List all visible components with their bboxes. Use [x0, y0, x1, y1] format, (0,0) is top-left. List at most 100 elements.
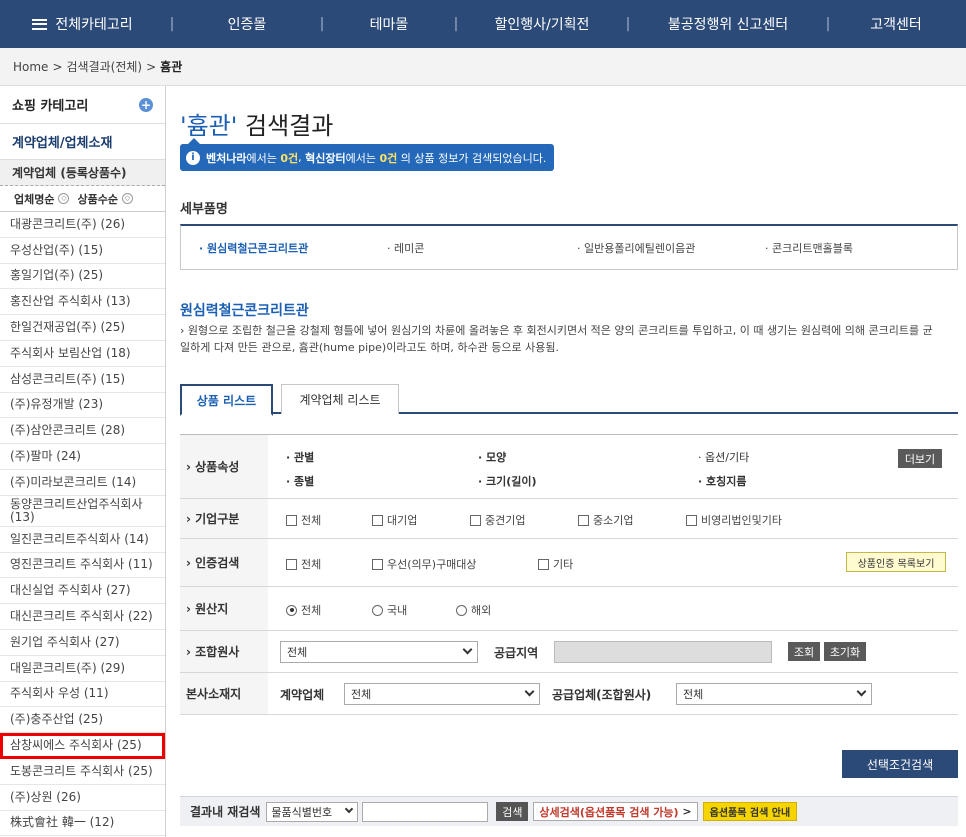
shopping-category-header[interactable]: 쇼핑 카테고리 +	[0, 86, 165, 124]
sidebar-vendor-item[interactable]: 株式會社 韓一 (12)	[0, 811, 165, 837]
sidebar-vendor-item[interactable]: 삼창씨에스 주식회사 (25)	[0, 733, 165, 759]
sidebar-vendor-item[interactable]: 대광콘크리트(주) (26)	[0, 212, 165, 238]
attr-link[interactable]: · 모양	[478, 449, 506, 465]
inquiry-button[interactable]: 조회	[788, 642, 820, 661]
supply-region-input[interactable]	[554, 641, 772, 663]
contract-vendor-select[interactable]: 전체	[344, 683, 540, 705]
company-checkbox[interactable]: 대기업	[372, 512, 417, 528]
sidebar-vendor-item[interactable]: (주)유정개발 (23)	[0, 393, 165, 419]
breadcrumb-search[interactable]: 검색결과(전체)	[67, 58, 143, 75]
nav-item-sale-events[interactable]: 할인행사/기획전	[463, 0, 621, 48]
nav-item-certified-mall[interactable]: 인증몰	[179, 0, 315, 48]
radio-dot[interactable]	[372, 604, 383, 616]
attr-link[interactable]: · 호칭지름	[698, 473, 747, 489]
sidebar-vendor-item[interactable]: 홍진산업 주식회사 (13)	[0, 289, 165, 316]
sidebar-vendor-item[interactable]: 삼성콘크리트(주) (15)	[0, 367, 165, 393]
attr-link[interactable]: · 크기(길이)	[478, 473, 537, 489]
checkbox-box[interactable]	[470, 514, 481, 526]
nav-item-unfair-report[interactable]: 불공정행위 신고센터	[635, 0, 821, 48]
checkbox-label: 기타	[553, 558, 574, 571]
origin-radio[interactable]: 해외	[456, 602, 491, 618]
checkbox-box[interactable]	[372, 558, 383, 570]
nav-item-customer-center[interactable]: 고객센터	[835, 0, 957, 48]
sidebar-vendor-item[interactable]: (주)미라보콘크리트 (14)	[0, 470, 165, 496]
company-checkbox[interactable]: 중소기업	[578, 512, 633, 528]
advanced-search-button[interactable]: 상세검색(옵션품목 검색 가능) >	[533, 802, 698, 821]
reset-button[interactable]: 초기화	[824, 642, 866, 661]
sidebar-vendor-item[interactable]: 주식회사 보림산업 (18)	[0, 341, 165, 367]
sort-by-name[interactable]: 업체명순	[14, 191, 54, 207]
sidebar-vendor-item[interactable]: (주)충주산업 (25)	[0, 707, 165, 734]
origin-radio[interactable]: 전체	[286, 602, 321, 618]
nav-label: 테마몰	[369, 17, 409, 33]
checkbox-box[interactable]	[538, 558, 549, 570]
attr-label: 크기(길이)	[486, 475, 537, 488]
attr-label: 모양	[486, 451, 507, 464]
material-select[interactable]: 전체	[280, 641, 478, 663]
sidebar-vendor-item[interactable]: 주식회사 우성 (11)	[0, 682, 165, 708]
attr-link[interactable]: · 종별	[286, 473, 314, 489]
more-button[interactable]: 더보기	[898, 449, 942, 468]
detail-item-link[interactable]: · 콘크리트맨홀블록	[765, 240, 853, 256]
option-guide-button[interactable]: 옵션품목 검색 안내	[702, 802, 798, 821]
top-nav: 전체카테고리 | 인증몰 | 테마몰 | 할인행사/기획전 | 불공정행위 신고…	[0, 0, 966, 48]
sidebar-vendor-item[interactable]: 일진콘크리트주식회사 (14)	[0, 527, 165, 553]
supplier-select[interactable]: 전체	[676, 683, 872, 705]
radio-dot[interactable]	[286, 604, 297, 616]
filter-head: › 원산지	[180, 587, 268, 630]
radio-dot[interactable]	[456, 604, 467, 616]
all-categories-menu[interactable]: 전체카테고리	[0, 0, 165, 48]
cert-list-button[interactable]: 상품인증 목록보기	[846, 552, 946, 572]
sidebar-vendor-item[interactable]: 우성산업(주) (15)	[0, 238, 165, 264]
company-checkbox[interactable]: 중견기업	[470, 512, 525, 528]
sort-icon[interactable]: ◇	[121, 193, 133, 204]
sidebar-vendor-item[interactable]: 홍일기업(주) (25)	[0, 264, 165, 290]
desc-body: 원형으로 조립한 철근을 강철제 형틀에 넣어 원심기의 차륜에 올려놓은 후 …	[180, 324, 933, 354]
sort-icon[interactable]: ◇	[58, 193, 70, 204]
breadcrumb-home[interactable]: Home	[13, 60, 48, 74]
sidebar-vendor-item[interactable]: 대신실업 주식회사 (27)	[0, 578, 165, 605]
company-checkbox[interactable]: 비영리법인및기타	[686, 512, 782, 528]
detail-item-link[interactable]: · 일반용폴리에틸렌이음관	[577, 240, 695, 256]
plus-icon[interactable]: +	[139, 97, 153, 112]
sidebar-vendor-item[interactable]: 대일콘크리트(주) (29)	[0, 656, 165, 682]
cert-checkbox[interactable]: 기타	[538, 556, 573, 572]
sidebar-vendor-item[interactable]: 도봉콘크리트 주식회사 (25)	[0, 759, 165, 785]
research-input[interactable]	[362, 801, 489, 822]
origin-radio[interactable]: 국내	[372, 602, 407, 618]
sidebar-vendor-item[interactable]: (주)상원 (26)	[0, 785, 165, 811]
filter-body: 전체 우선(의무)구매대상 기타 상품인증 목록보기	[268, 539, 958, 586]
chevron-down-icon	[345, 804, 354, 813]
sidebar-vendor-item[interactable]: 원기업 주식회사 (27)	[0, 630, 165, 656]
sort-by-count[interactable]: 상품수순	[77, 191, 117, 207]
detail-item-link[interactable]: · 레미콘	[387, 240, 424, 256]
sidebar-vendor-item[interactable]: 대신콘크리트 주식회사 (22)	[0, 604, 165, 630]
checkbox-box[interactable]	[686, 514, 697, 526]
filter-head-label: 본사소재지	[186, 687, 242, 701]
cert-checkbox[interactable]: 전체	[286, 556, 321, 572]
attr-link[interactable]: · 관별	[286, 449, 314, 465]
supplier-label: 공급업체(조합원사)	[552, 688, 652, 702]
checkbox-box[interactable]	[286, 514, 297, 526]
detail-item-label: 콘크리트맨홀블록	[772, 242, 853, 255]
checkbox-box[interactable]	[286, 558, 297, 570]
detail-item-link[interactable]: · 원심력철근콘크리트관	[199, 240, 308, 256]
research-type-select[interactable]: 물품식별번호	[266, 801, 359, 822]
checkbox-box[interactable]	[372, 514, 383, 526]
cert-checkbox[interactable]: 우선(의무)구매대상	[372, 556, 477, 572]
sidebar-vendor-item[interactable]: 한일건재공업(주) (25)	[0, 315, 165, 341]
research-search-button[interactable]: 검색	[496, 802, 529, 821]
nav-item-theme-mall[interactable]: 테마몰	[329, 0, 449, 48]
checkbox-box[interactable]	[578, 514, 589, 526]
tab-vendor-list[interactable]: 계약업체 리스트	[281, 384, 399, 414]
sidebar-vendor-item[interactable]: (주)삼안콘크리트 (28)	[0, 418, 165, 445]
tab-product-list[interactable]: 상품 리스트	[180, 384, 273, 416]
attr-link[interactable]: · 옵션/기타	[698, 449, 749, 465]
condition-search-button[interactable]: 선택조건검색	[842, 750, 958, 778]
sidebar-vendor-item[interactable]: 영진콘크리트 주식회사 (11)	[0, 553, 165, 579]
sidebar-vendor-item[interactable]: 동양콘크리트산업주식회사 (13)	[0, 496, 165, 527]
contract-vendors-header[interactable]: 계약업체/업체소재	[0, 124, 165, 160]
company-checkbox[interactable]: 전체	[286, 512, 321, 528]
sidebar-vendor-item[interactable]: (주)팔마 (24)	[0, 444, 165, 470]
checkbox-label: 전체	[301, 514, 322, 527]
